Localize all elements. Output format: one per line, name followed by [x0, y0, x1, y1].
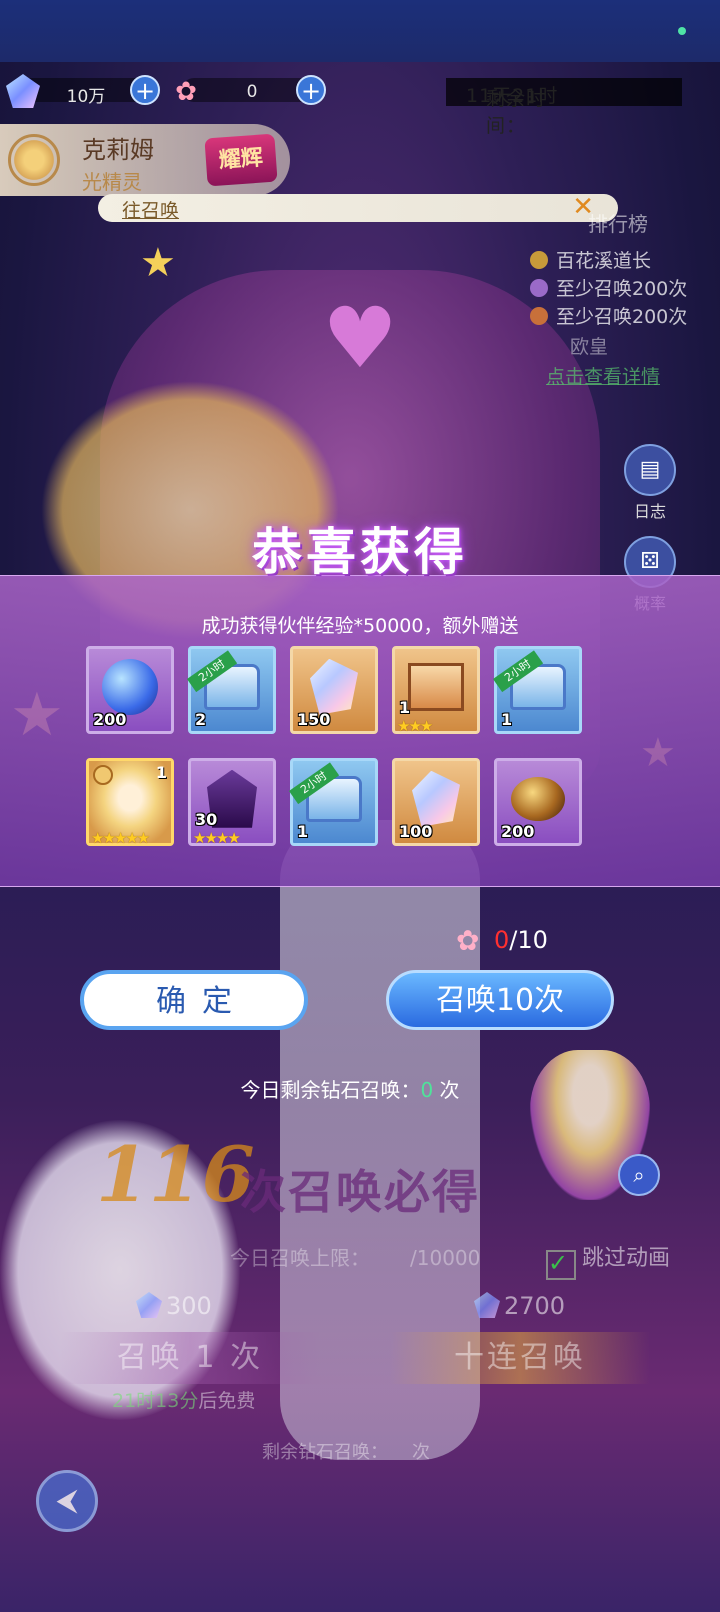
light-element-icon	[8, 134, 60, 186]
crystal-orb-icon	[102, 658, 158, 715]
timer-label: 剩余时间：	[486, 88, 547, 137]
ranking-row-text: 至少召唤200次	[556, 306, 688, 328]
item-quantity: 150	[297, 710, 331, 729]
item-quantity: 2	[195, 710, 207, 729]
rank-medal-icon	[530, 307, 548, 325]
ranking-row: 至少召唤200次	[530, 302, 687, 329]
reward-item[interactable]: 1 ★★★	[392, 646, 480, 735]
single-cost-value: 300	[166, 1292, 212, 1320]
event-timer: 剩余时间： 11天21时	[446, 78, 682, 137]
character-class: 光精灵	[82, 170, 142, 194]
add-diamond-button[interactable]: +	[130, 75, 160, 105]
ranking-row: 至少召唤200次	[530, 274, 687, 301]
remaining-diamond-summons: 剩余钻石召唤： 次	[262, 1438, 430, 1464]
confirm-button[interactable]: 确定	[80, 970, 308, 1030]
diamond-resource: 10万 +	[6, 74, 166, 108]
summon-screen: ♥ ★ ★ ★ 10万 + 0 ✿ + 剩余时间：11天21时 克莉姆 光精灵 …	[0, 0, 720, 1612]
diamond-icon	[136, 1292, 162, 1318]
diamond-icon	[310, 658, 358, 715]
reward-title: 恭喜获得	[252, 523, 468, 581]
skip-animation-toggle[interactable]: ✓ 跳过动画	[546, 1240, 670, 1280]
item-quantity: 1	[155, 763, 167, 782]
item-quantity: 100	[399, 822, 433, 841]
summon-once-button[interactable]: 召唤 1 次	[60, 1332, 320, 1384]
mystery-box-icon	[408, 662, 464, 711]
diamond-icon	[412, 770, 460, 827]
reward-item[interactable]: 2小时 1	[289, 758, 378, 846]
ranking-row-text: 至少召唤200次	[556, 278, 688, 300]
star-rating: ★★★★★	[91, 829, 150, 847]
reward-item[interactable]: 1 ★★★★★	[86, 758, 174, 847]
limit-label: 今日召唤上限：	[230, 1246, 370, 1270]
reward-item[interactable]: 2小时 2	[187, 646, 276, 734]
item-quantity: 30	[195, 810, 218, 829]
status-indicator-dot	[678, 27, 686, 35]
status-bar	[0, 0, 720, 62]
free-summon-timer: 21时13分后免费	[112, 1386, 255, 1413]
star-rating: ★★★	[397, 717, 433, 735]
remain-unit: 次	[412, 1442, 430, 1463]
diamond-icon	[474, 1292, 500, 1318]
heart-ornament: ♥	[322, 289, 398, 387]
checkbox-checked-icon: ✓	[546, 1250, 576, 1280]
glory-badge: 耀辉	[204, 133, 278, 187]
tulip-current: 0	[494, 926, 510, 954]
item-quantity: 1	[501, 710, 513, 729]
tulip-icon: ✿	[175, 77, 197, 107]
single-summon-cost: 300	[136, 1292, 212, 1320]
amber-stone-icon	[511, 776, 565, 821]
rank-medal-icon	[530, 251, 548, 269]
ranking-row-text: 欧皇	[570, 336, 609, 358]
log-icon: ▤	[624, 444, 676, 496]
daily-limit: 今日召唤上限： /10000	[230, 1242, 480, 1271]
tulip-max: /10	[509, 926, 548, 954]
ten-summon-cost: 2700	[474, 1292, 565, 1320]
star-decoration: ★	[140, 240, 176, 286]
item-quantity: 200	[501, 822, 535, 841]
character-name: 克莉姆	[82, 136, 154, 164]
reward-item[interactable]: 150	[290, 646, 378, 734]
free-suffix: 后免费	[198, 1390, 256, 1412]
rank-medal-icon	[530, 279, 548, 297]
reward-item[interactable]: 100	[392, 758, 480, 846]
ranking-panel: 排行榜 百花溪道长 至少召唤200次 至少召唤200次 欧皇 点击查看详情	[530, 200, 720, 390]
back-button[interactable]: ⮜	[36, 1470, 98, 1532]
ranking-row: 百花溪道长	[530, 246, 651, 273]
item-quantity: 1	[297, 822, 309, 841]
reward-item[interactable]: 30 ★★★★	[188, 758, 276, 847]
log-button[interactable]: ▤ 日志	[622, 444, 678, 522]
ranking-row-text: 百花溪道长	[556, 250, 652, 272]
ranking-details-link[interactable]: 点击查看详情	[546, 362, 660, 389]
tulip-resource: 0 ✿ +	[168, 74, 328, 108]
item-quantity: 200	[93, 710, 127, 729]
summon-ten-button[interactable]: 十连召唤	[390, 1332, 650, 1384]
search-icon[interactable]: ⌕	[618, 1154, 660, 1196]
today-value: 0	[420, 1078, 434, 1102]
ten-cost-value: 2700	[504, 1292, 566, 1320]
star-rating: ★★★★	[193, 829, 241, 847]
today-label: 今日剩余钻石召唤：	[240, 1078, 421, 1102]
guarantee-number: 116	[96, 1130, 255, 1219]
reward-item[interactable]: 200	[494, 758, 582, 846]
ranking-title: 排行榜	[588, 212, 648, 236]
reward-item[interactable]: 200	[86, 646, 174, 734]
guarantee-text: 次召唤必得	[240, 1165, 480, 1219]
limit-value: /10000	[410, 1246, 481, 1270]
tulip-icon: ✿	[456, 924, 480, 957]
reward-item[interactable]: 2小时 1	[493, 646, 582, 734]
remain-label: 剩余钻石召唤：	[262, 1442, 388, 1463]
reward-subtitle: 成功获得伙伴经验*50000，额外赠送	[201, 615, 519, 637]
skip-label: 跳过动画	[582, 1246, 671, 1271]
summon-10-button[interactable]: 召唤10次	[386, 970, 614, 1030]
free-time: 21时13分	[112, 1390, 199, 1412]
go-summon-link[interactable]: 往召唤	[122, 196, 179, 223]
today-unit: 次	[439, 1078, 460, 1102]
back-arrow-icon: ⮜	[56, 1483, 78, 1518]
light-element-icon	[93, 765, 113, 785]
add-tulip-button[interactable]: +	[296, 75, 326, 105]
item-quantity: 1	[399, 698, 411, 717]
